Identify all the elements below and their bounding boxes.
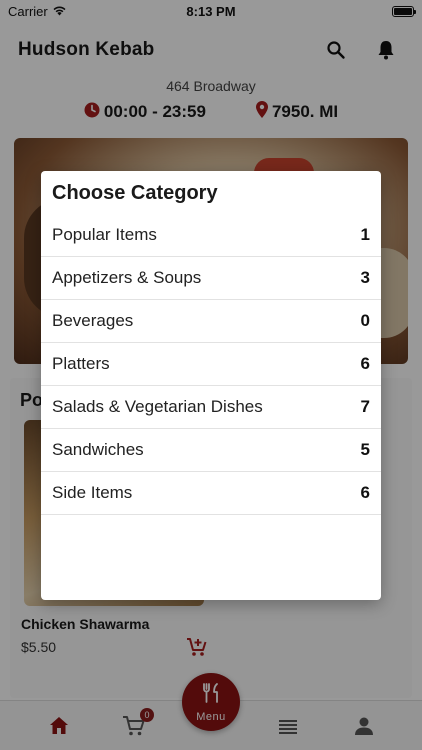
category-name: Appetizers & Soups	[52, 268, 202, 287]
category-count: 3	[360, 268, 370, 287]
category-count: 6	[360, 354, 370, 373]
category-row[interactable]: Popular Items 1	[41, 214, 381, 257]
category-row[interactable]: Sandwiches 5	[41, 429, 381, 472]
category-count: 1	[360, 225, 370, 244]
category-count: 5	[360, 440, 370, 459]
category-count: 6	[360, 483, 370, 502]
category-row[interactable]: Beverages 0	[41, 300, 381, 343]
choose-category-modal: Choose Category Popular Items 1 Appetizers…	[41, 171, 381, 600]
category-name: Beverages	[52, 311, 134, 330]
category-name: Sandwiches	[52, 440, 144, 459]
category-count: 7	[360, 397, 370, 416]
category-name: Side Items	[52, 483, 133, 502]
category-row[interactable]: Platters 6	[41, 343, 381, 386]
category-name: Popular Items	[52, 225, 157, 244]
category-count: 0	[360, 311, 370, 330]
category-row[interactable]: Side Items 6	[41, 472, 381, 515]
modal-title: Choose Category	[52, 182, 218, 204]
category-row[interactable]: Salads & Vegetarian Dishes 7	[41, 386, 381, 429]
category-name: Platters	[52, 354, 110, 373]
category-list: Popular Items 1 Appetizers & Soups 3 Beverag…	[41, 214, 381, 515]
category-row[interactable]: Appetizers & Soups 3	[41, 257, 381, 300]
category-name: Salads & Vegetarian Dishes	[52, 397, 263, 416]
